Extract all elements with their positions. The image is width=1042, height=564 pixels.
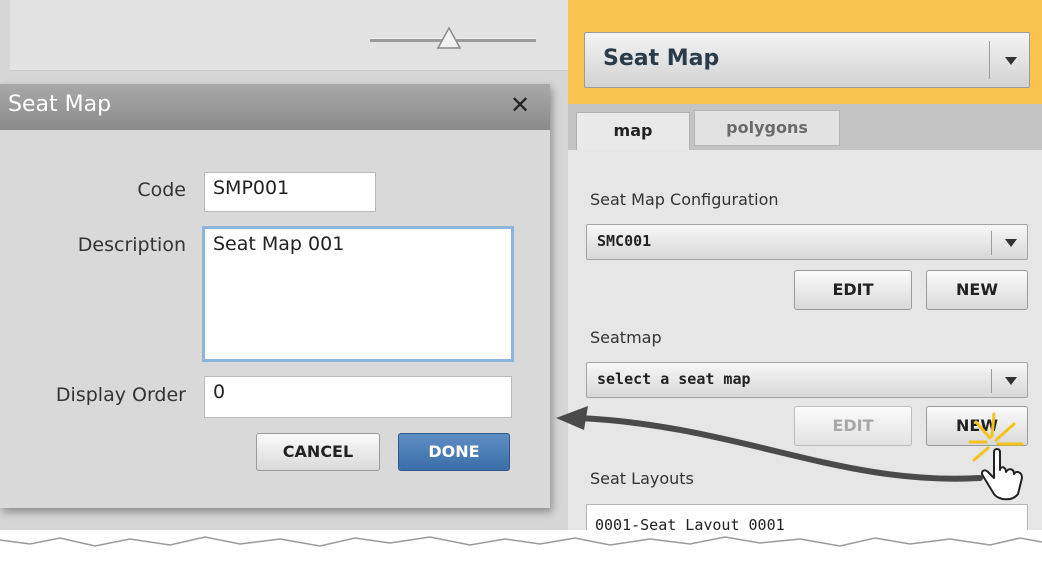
- display-order-label: Display Order: [55, 384, 186, 406]
- dialog-title: Seat Map: [8, 92, 112, 117]
- description-textarea[interactable]: Seat Map 001: [202, 226, 514, 362]
- seat-map-configuration-value: SMC001: [597, 232, 652, 250]
- description-label: Description: [77, 234, 186, 256]
- seatmap-select[interactable]: select a seat map: [586, 362, 1028, 398]
- chevron-down-icon[interactable]: [1005, 57, 1017, 65]
- select-divider: [989, 41, 990, 79]
- code-label: Code: [137, 179, 186, 201]
- display-order-input[interactable]: 0: [204, 376, 512, 418]
- new-config-button[interactable]: NEW: [926, 270, 1028, 310]
- seat-map-configuration-label: Seat Map Configuration: [590, 190, 779, 209]
- close-icon[interactable]: ✕: [505, 90, 535, 120]
- toolbar-strip: [10, 0, 568, 71]
- entity-type-select[interactable]: Seat Map: [584, 32, 1030, 88]
- select-divider: [991, 369, 992, 393]
- chevron-down-icon[interactable]: [1005, 239, 1017, 247]
- chevron-down-icon[interactable]: [1005, 377, 1017, 385]
- seatmap-label: Seatmap: [590, 328, 662, 347]
- entity-type-value: Seat Map: [603, 46, 720, 71]
- tab-map[interactable]: map: [576, 112, 690, 150]
- edit-config-button[interactable]: EDIT: [794, 270, 912, 310]
- seat-map-dialog: Seat Map ✕ Code SMP001 Description Seat …: [0, 84, 550, 508]
- code-input[interactable]: SMP001: [204, 172, 376, 212]
- seat-map-configuration-select[interactable]: SMC001: [586, 224, 1028, 260]
- done-button[interactable]: DONE: [398, 433, 510, 471]
- torn-edge: [0, 530, 1042, 564]
- curved-arrow-icon: [556, 406, 983, 482]
- seatmap-value: select a seat map: [597, 370, 751, 388]
- cancel-button[interactable]: CANCEL: [256, 433, 380, 471]
- screenshot-canvas: Seat Map ✕ Code SMP001 Description Seat …: [0, 0, 1042, 564]
- select-divider: [991, 231, 992, 255]
- slider-thumb-icon[interactable]: [436, 26, 462, 50]
- tab-polygons[interactable]: polygons: [694, 110, 840, 146]
- hand-pointer-icon: [968, 412, 1024, 501]
- dialog-header: Seat Map ✕: [0, 84, 550, 130]
